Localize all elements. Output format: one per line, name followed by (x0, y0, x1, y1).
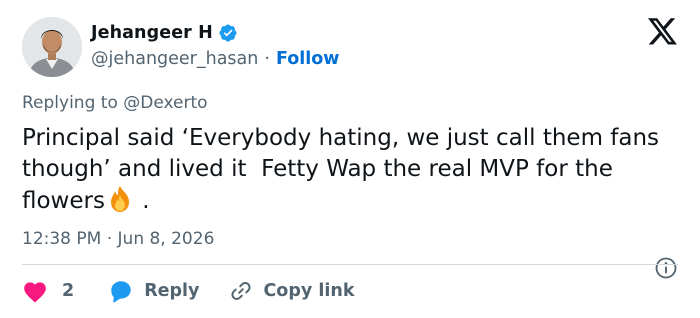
author-display-name[interactable]: Jehangeer H (91, 23, 213, 43)
avatar[interactable] (22, 17, 82, 77)
info-icon[interactable] (654, 256, 678, 280)
fire-emoji-icon (105, 185, 135, 213)
handle-separator: · (264, 49, 270, 69)
action-bar: 2 Reply Copy link (22, 277, 354, 305)
verified-badge-icon (218, 23, 238, 43)
follow-button[interactable]: Follow (276, 49, 339, 69)
reply-bubble-icon (108, 279, 134, 303)
reply-button[interactable]: Reply (108, 279, 199, 303)
tweet-text-tail: . (134, 188, 150, 214)
like-count: 2 (62, 281, 75, 301)
tweet-embed-card: Jehangeer H @jehangeer_hasan · Follow Re… (0, 0, 700, 318)
replying-to-label[interactable]: Replying to @Dexerto (22, 93, 208, 113)
copy-link-label: Copy link (263, 281, 355, 301)
reply-label: Reply (144, 281, 200, 301)
tweet-timestamp[interactable]: 12:38 PM · Jun 8, 2026 (22, 229, 214, 249)
like-button[interactable]: 2 (22, 279, 74, 303)
copy-link-button[interactable]: Copy link (229, 279, 354, 303)
tweet-text: Principal said ‘Everybody hating, we jus… (22, 123, 682, 217)
divider (22, 264, 678, 265)
link-icon (229, 279, 253, 303)
author-name-row: Jehangeer H (91, 20, 238, 46)
author-handle[interactable]: @jehangeer_hasan (91, 49, 258, 69)
author-handle-row: @jehangeer_hasan · Follow (91, 47, 339, 71)
x-logo-icon[interactable] (648, 18, 678, 46)
heart-icon (22, 279, 48, 303)
avatar-image (22, 17, 82, 77)
